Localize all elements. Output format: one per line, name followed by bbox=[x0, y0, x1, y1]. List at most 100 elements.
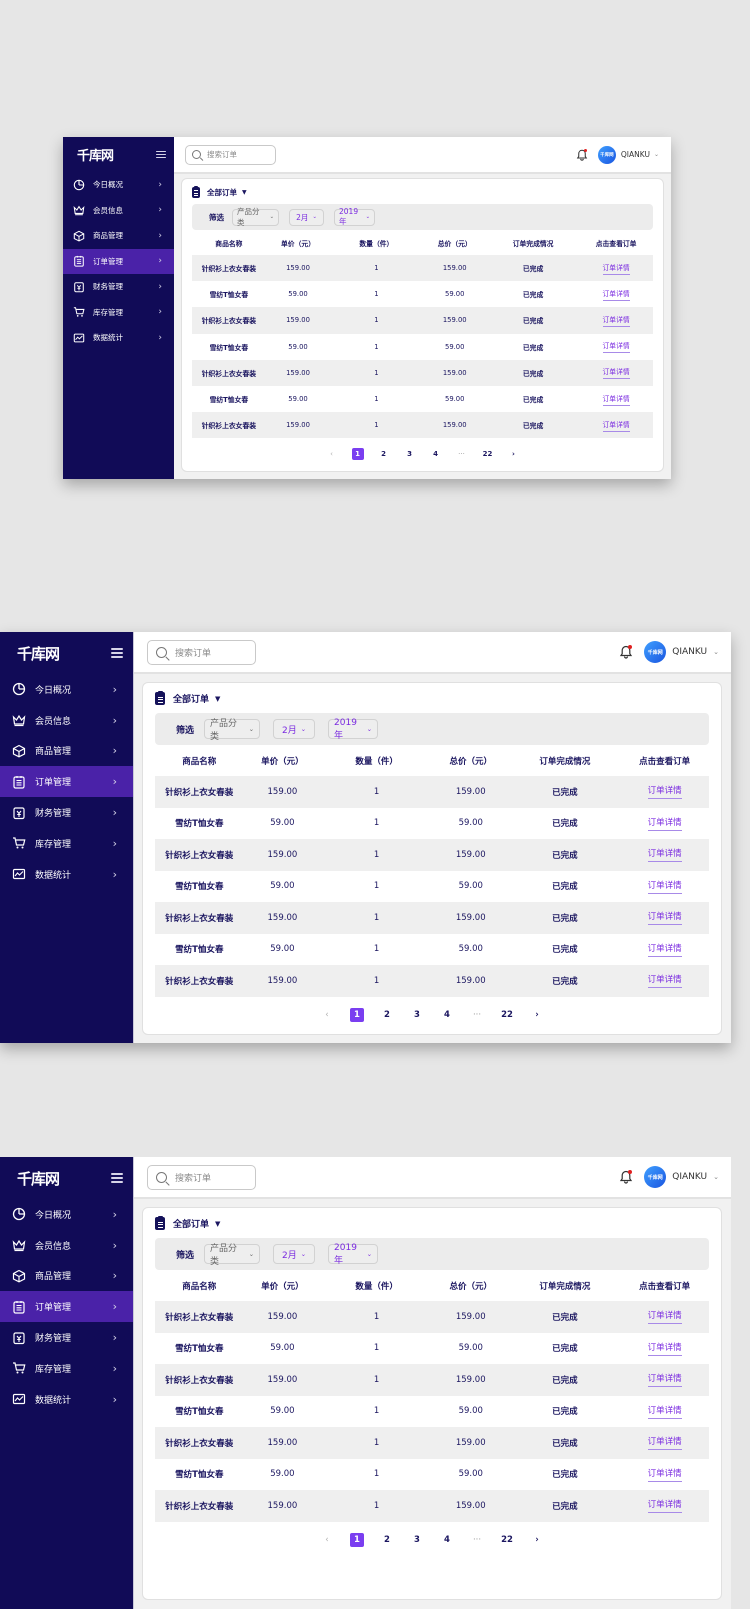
hamburger-menu-icon[interactable] bbox=[111, 648, 123, 658]
chevron-down-icon[interactable]: ⌄ bbox=[713, 648, 719, 656]
notification-bell-icon[interactable] bbox=[576, 148, 588, 161]
sidebar-item[interactable]: 数据统计 › bbox=[0, 1384, 133, 1415]
sidebar-item[interactable]: 今日概况 › bbox=[0, 1199, 133, 1230]
pagination-prev-icon[interactable]: ‹ bbox=[320, 1008, 334, 1022]
filter-label: 筛选 bbox=[176, 1250, 195, 1261]
sidebar-item[interactable]: 会员信息 › bbox=[0, 705, 133, 736]
category-select[interactable]: 产品分类 ⌄ bbox=[204, 719, 261, 742]
pagination-prev-icon[interactable]: ‹ bbox=[326, 448, 338, 460]
pagination-next-icon[interactable]: › bbox=[530, 1533, 544, 1547]
sidebar-item[interactable]: 数据统计 › bbox=[0, 859, 133, 890]
order-detail-link[interactable]: 订单详情 bbox=[602, 314, 630, 327]
search-input[interactable]: 搜索订单 bbox=[147, 1164, 256, 1190]
order-detail-link[interactable]: 订单详情 bbox=[602, 288, 630, 301]
month-select[interactable]: 2月 ⌄ bbox=[273, 719, 316, 739]
order-detail-link[interactable]: 订单详情 bbox=[602, 340, 630, 354]
order-detail-link[interactable]: 订单详情 bbox=[647, 910, 682, 926]
avatar[interactable]: 千库网 bbox=[644, 641, 667, 663]
sidebar-item[interactable]: 订单管理 › bbox=[0, 1291, 133, 1323]
pagination-page[interactable]: 4 bbox=[430, 448, 442, 460]
pagination-page[interactable]: 1 bbox=[350, 1533, 364, 1547]
order-detail-link[interactable]: 订单详情 bbox=[602, 366, 630, 380]
sidebar-item[interactable]: 会员信息 › bbox=[0, 1230, 133, 1261]
hamburger-menu-icon[interactable] bbox=[111, 1173, 123, 1183]
logo[interactable]: 千库网 bbox=[77, 145, 114, 164]
category-select[interactable]: 产品分类 ⌄ bbox=[232, 207, 279, 227]
order-detail-link[interactable]: 订单详情 bbox=[647, 1498, 682, 1514]
order-detail-link[interactable]: 订单详情 bbox=[647, 847, 682, 863]
avatar[interactable]: 千库网 bbox=[644, 1166, 667, 1188]
order-detail-link[interactable]: 订单详情 bbox=[647, 942, 682, 957]
pagination-page[interactable]: 4 bbox=[440, 1008, 454, 1022]
order-detail-link[interactable]: 订单详情 bbox=[647, 1467, 682, 1482]
pagination-page[interactable]: 22 bbox=[482, 448, 494, 460]
chevron-down-icon[interactable]: ⌄ bbox=[654, 151, 659, 158]
orders-title-dropdown[interactable]: 全部订单 ▼ bbox=[192, 185, 653, 199]
pagination-next-icon[interactable]: › bbox=[530, 1008, 544, 1022]
logo[interactable]: 千库网 bbox=[17, 643, 60, 664]
category-select[interactable]: 产品分类 ⌄ bbox=[204, 1244, 261, 1267]
year-select[interactable]: 2019年 ⌄ bbox=[328, 1243, 379, 1266]
table-row: 针织衫上衣女春装 159.00 1 159.00 已完成 订单详情 bbox=[192, 359, 653, 386]
user-name[interactable]: QIANKU bbox=[672, 647, 707, 657]
order-detail-link[interactable]: 订单详情 bbox=[647, 1435, 682, 1451]
notification-bell-icon[interactable] bbox=[619, 645, 633, 659]
pagination-page[interactable]: 3 bbox=[404, 448, 416, 460]
order-detail-link[interactable]: 订单详情 bbox=[602, 419, 630, 432]
orders-title-dropdown[interactable]: 全部订单 ▼ bbox=[155, 1215, 709, 1232]
sidebar-item[interactable]: 库存管理 › bbox=[63, 300, 174, 326]
sidebar-item[interactable]: 库存管理 › bbox=[0, 1353, 133, 1384]
sidebar-item[interactable]: 库存管理 › bbox=[0, 828, 133, 859]
sidebar-item[interactable]: 订单管理 › bbox=[63, 248, 174, 274]
avatar[interactable]: 千库网 bbox=[597, 145, 616, 164]
pagination-page[interactable]: 3 bbox=[410, 1008, 424, 1022]
hamburger-menu-icon[interactable] bbox=[156, 150, 166, 159]
sidebar-item[interactable]: 数据统计 › bbox=[63, 325, 174, 351]
orders-title-dropdown[interactable]: 全部订单 ▼ bbox=[155, 690, 709, 707]
pagination-page[interactable]: 2 bbox=[378, 448, 390, 460]
order-detail-link[interactable]: 订单详情 bbox=[647, 973, 682, 989]
order-detail-link[interactable]: 订单详情 bbox=[602, 262, 630, 275]
year-select[interactable]: 2019年 ⌄ bbox=[334, 207, 375, 226]
pagination-page[interactable]: 2 bbox=[380, 1533, 394, 1547]
crown-icon bbox=[73, 204, 85, 216]
search-input[interactable]: 搜索订单 bbox=[147, 639, 256, 665]
year-select[interactable]: 2019年 ⌄ bbox=[328, 718, 379, 741]
pagination-page[interactable]: 3 bbox=[410, 1533, 424, 1547]
sidebar-item[interactable]: 今日概况 › bbox=[63, 172, 174, 198]
order-detail-link[interactable]: 订单详情 bbox=[602, 393, 630, 406]
pagination-page[interactable]: 4 bbox=[440, 1533, 454, 1547]
month-select[interactable]: 2月 ⌄ bbox=[289, 208, 324, 226]
sidebar-item[interactable]: 会员信息 › bbox=[63, 198, 174, 224]
chevron-down-icon[interactable]: ⌄ bbox=[713, 1173, 719, 1181]
sidebar-item[interactable]: 财务管理 › bbox=[0, 797, 133, 828]
pagination-prev-icon[interactable]: ‹ bbox=[320, 1533, 334, 1547]
month-select[interactable]: 2月 ⌄ bbox=[273, 1244, 316, 1264]
pagination-page[interactable]: 1 bbox=[350, 1008, 364, 1022]
user-name[interactable]: QIANKU bbox=[621, 150, 650, 159]
sidebar-item[interactable]: 商品管理 › bbox=[63, 223, 174, 249]
search-input[interactable]: 搜索订单 bbox=[185, 144, 276, 165]
order-detail-link[interactable]: 订单详情 bbox=[647, 1341, 682, 1356]
pagination-page[interactable]: 22 bbox=[500, 1008, 514, 1022]
notification-bell-icon[interactable] bbox=[619, 1170, 633, 1184]
order-detail-link[interactable]: 订单详情 bbox=[647, 1372, 682, 1388]
order-detail-link[interactable]: 订单详情 bbox=[647, 1404, 682, 1419]
cell-total: 59.00 bbox=[458, 818, 483, 829]
sidebar-item[interactable]: 商品管理 › bbox=[0, 736, 133, 767]
sidebar-item[interactable]: 今日概况 › bbox=[0, 674, 133, 705]
pagination-page[interactable]: 22 bbox=[500, 1533, 514, 1547]
pagination-next-icon[interactable]: › bbox=[508, 448, 520, 460]
pagination-page[interactable]: 2 bbox=[380, 1008, 394, 1022]
sidebar-item[interactable]: 商品管理 › bbox=[0, 1261, 133, 1292]
order-detail-link[interactable]: 订单详情 bbox=[647, 784, 682, 800]
sidebar-item[interactable]: 财务管理 › bbox=[63, 274, 174, 300]
sidebar-item[interactable]: 订单管理 › bbox=[0, 766, 133, 798]
logo[interactable]: 千库网 bbox=[17, 1168, 60, 1189]
order-detail-link[interactable]: 订单详情 bbox=[647, 879, 682, 894]
pagination-page[interactable]: 1 bbox=[351, 447, 364, 460]
order-detail-link[interactable]: 订单详情 bbox=[647, 1309, 682, 1325]
order-detail-link[interactable]: 订单详情 bbox=[647, 816, 682, 831]
sidebar-item[interactable]: 财务管理 › bbox=[0, 1322, 133, 1353]
user-name[interactable]: QIANKU bbox=[672, 1172, 707, 1182]
